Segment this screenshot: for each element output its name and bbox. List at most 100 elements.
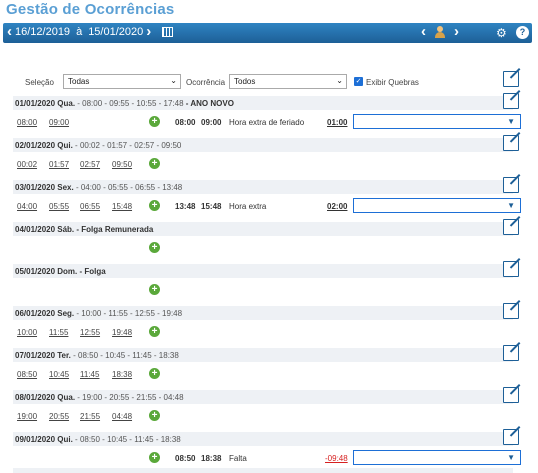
help-icon[interactable]: ? bbox=[516, 26, 529, 39]
add-occurrence-icon[interactable]: + bbox=[149, 326, 160, 337]
day-row: 00:02 01:57 02:57 09:50 + bbox=[0, 156, 538, 174]
ocorrencia-select[interactable]: Todos ⌄ bbox=[229, 74, 347, 89]
edit-day-icon[interactable] bbox=[503, 93, 519, 109]
day-times: - 19:00 - 20:55 - 21:55 - 04:48 bbox=[75, 393, 184, 402]
day-date: 08/01/2020 Qua. bbox=[15, 393, 76, 402]
punch-mark[interactable]: 09:50 bbox=[112, 160, 132, 169]
occurrence-description: Hora extra bbox=[229, 202, 267, 211]
add-occurrence-icon[interactable]: + bbox=[149, 410, 160, 421]
day-row: 04:00 05:55 06:55 15:48 +13:48 15:48 Hora extr… bbox=[0, 198, 538, 216]
punch-mark[interactable]: 11:45 bbox=[80, 370, 99, 379]
edit-day-icon[interactable] bbox=[503, 345, 519, 361]
date-start[interactable]: 16/12/2019 bbox=[15, 26, 70, 38]
occurrence-amount[interactable]: 01:00 bbox=[327, 118, 347, 127]
occurrence-description: Hora extra de feriado bbox=[229, 118, 305, 127]
chevron-right-icon[interactable]: › bbox=[146, 24, 151, 39]
punch-mark[interactable]: 04:00 bbox=[17, 202, 37, 211]
chevron-left-icon[interactable]: ‹ bbox=[7, 24, 12, 39]
punch-mark[interactable]: 18:38 bbox=[112, 370, 132, 379]
punch-mark[interactable]: 11:55 bbox=[49, 328, 68, 337]
punch-mark[interactable]: 00:02 bbox=[17, 160, 37, 169]
edit-day-icon[interactable] bbox=[503, 261, 519, 277]
punch-mark[interactable]: 10:00 bbox=[17, 328, 37, 337]
punch-mark[interactable]: 21:55 bbox=[80, 412, 100, 421]
add-occurrence-icon[interactable]: + bbox=[149, 242, 160, 253]
punch-mark[interactable]: 09:00 bbox=[49, 118, 69, 127]
day-date: 01/01/2020 Qua. bbox=[15, 99, 76, 108]
ocorrencia-label: Ocorrência bbox=[186, 78, 226, 87]
day-row: + bbox=[0, 282, 538, 300]
day-header: 08/01/2020 Qua. - 19:00 - 20:55 - 21:55 … bbox=[13, 390, 513, 404]
occurrence-start: 13:48 bbox=[175, 202, 196, 211]
exibir-quebras-label: Exibir Quebras bbox=[366, 78, 419, 87]
add-occurrence-icon[interactable]: + bbox=[149, 284, 160, 295]
punch-mark[interactable]: 02:57 bbox=[80, 160, 100, 169]
day-times: - 10:00 - 11:55 - 12:55 - 19:48 bbox=[74, 309, 183, 318]
day-row: 10:00 11:55 12:55 19:48 + bbox=[0, 324, 538, 342]
filters-bar: Seleção Todas ⌄ Ocorrência Todos ⌄ ✓ Exi… bbox=[0, 70, 538, 92]
occurrence-justification-select[interactable]: ▼ bbox=[353, 114, 521, 129]
punch-mark[interactable]: 08:50 bbox=[17, 370, 37, 379]
edit-day-icon[interactable] bbox=[503, 387, 519, 403]
punch-mark[interactable]: 19:00 bbox=[17, 412, 37, 421]
punch-mark[interactable]: 06:55 bbox=[80, 202, 100, 211]
edit-day-icon[interactable] bbox=[503, 429, 519, 445]
punch-mark[interactable]: 01:57 bbox=[49, 160, 69, 169]
selecao-label: Seleção bbox=[25, 78, 54, 87]
add-occurrence-icon[interactable]: + bbox=[149, 200, 160, 211]
occurrence-start: 08:50 bbox=[175, 454, 196, 463]
occurrence-description: Falta bbox=[229, 454, 247, 463]
day-times: - 04:00 - 05:55 - 06:55 - 13:48 bbox=[73, 183, 183, 192]
edit-day-icon[interactable] bbox=[503, 177, 519, 193]
day-times: - 00:02 - 01:57 - 02:57 - 09:50 bbox=[72, 141, 182, 150]
punch-mark[interactable]: 20:55 bbox=[49, 412, 69, 421]
day-date: 07/01/2020 Ter. bbox=[15, 351, 71, 360]
page-title: Gestão de Ocorrências bbox=[6, 1, 175, 18]
day-date: 06/01/2020 Seg. bbox=[15, 309, 75, 318]
punch-mark[interactable]: 10:45 bbox=[49, 370, 69, 379]
exibir-quebras-checkbox[interactable]: ✓ bbox=[354, 77, 363, 86]
day-times: - 08:50 - 10:45 - 11:45 - 18:38 bbox=[70, 351, 179, 360]
punch-mark[interactable]: 04:48 bbox=[112, 412, 132, 421]
edit-all-icon[interactable] bbox=[503, 71, 519, 87]
calendar-icon[interactable] bbox=[162, 27, 174, 37]
day-header: 06/01/2020 Seg. - 10:00 - 11:55 - 12:55 … bbox=[13, 306, 513, 320]
day-header: 09/01/2020 Qui. - 08:50 - 10:45 - 11:45 … bbox=[13, 432, 513, 446]
punch-mark[interactable]: 15:48 bbox=[112, 202, 132, 211]
punch-mark[interactable]: 05:55 bbox=[49, 202, 69, 211]
occurrence-amount[interactable]: 02:00 bbox=[327, 202, 347, 211]
chevron-left-icon[interactable]: ‹ bbox=[421, 24, 426, 39]
punch-mark[interactable]: 12:55 bbox=[80, 328, 100, 337]
occurrence-amount[interactable]: -09:48 bbox=[325, 454, 348, 463]
gear-icon[interactable]: ⚙ bbox=[496, 26, 507, 40]
add-occurrence-icon[interactable]: + bbox=[149, 158, 160, 169]
day-date: 09/01/2020 Qui. bbox=[15, 435, 73, 444]
day-header: 07/01/2020 Ter. - 08:50 - 10:45 - 11:45 … bbox=[13, 348, 513, 362]
day-date: 03/01/2020 Sex. bbox=[15, 183, 74, 192]
occurrence-justification-select[interactable]: ▼ bbox=[353, 450, 521, 465]
chevron-down-icon: ⌄ bbox=[336, 76, 343, 85]
edit-day-icon[interactable] bbox=[503, 303, 519, 319]
day-date: 02/01/2020 Qui. bbox=[15, 141, 73, 150]
date-end[interactable]: 15/01/2020 bbox=[88, 26, 143, 38]
day-date: 04/01/2020 Sáb. bbox=[15, 225, 75, 234]
add-occurrence-icon[interactable]: + bbox=[149, 368, 160, 379]
edit-day-icon[interactable] bbox=[503, 219, 519, 235]
day-note: - Folga bbox=[77, 267, 106, 276]
selecao-select[interactable]: Todas ⌄ bbox=[63, 74, 181, 89]
punch-mark[interactable]: 08:00 bbox=[17, 118, 37, 127]
add-occurrence-icon[interactable]: + bbox=[149, 452, 160, 463]
day-row: +08:50 18:38 Falta -09:48 ▼ bbox=[0, 450, 538, 468]
selecao-value: Todas bbox=[68, 77, 90, 86]
occurrence-start: 08:00 bbox=[175, 118, 196, 127]
add-occurrence-icon[interactable]: + bbox=[149, 116, 160, 127]
punch-mark[interactable]: 19:48 bbox=[112, 328, 132, 337]
occurrence-end: 15:48 bbox=[201, 202, 222, 211]
day-row: 08:00 09:00 +08:00 09:00 Hora extra de feria… bbox=[0, 114, 538, 132]
chevron-right-icon[interactable]: › bbox=[454, 24, 459, 39]
edit-day-icon[interactable] bbox=[503, 135, 519, 151]
occurrence-justification-select[interactable]: ▼ bbox=[353, 198, 521, 213]
occurrence-end: 18:38 bbox=[201, 454, 222, 463]
employee-icon[interactable] bbox=[434, 26, 446, 38]
day-header: 04/01/2020 Sáb. - Folga Remunerada bbox=[13, 222, 513, 236]
